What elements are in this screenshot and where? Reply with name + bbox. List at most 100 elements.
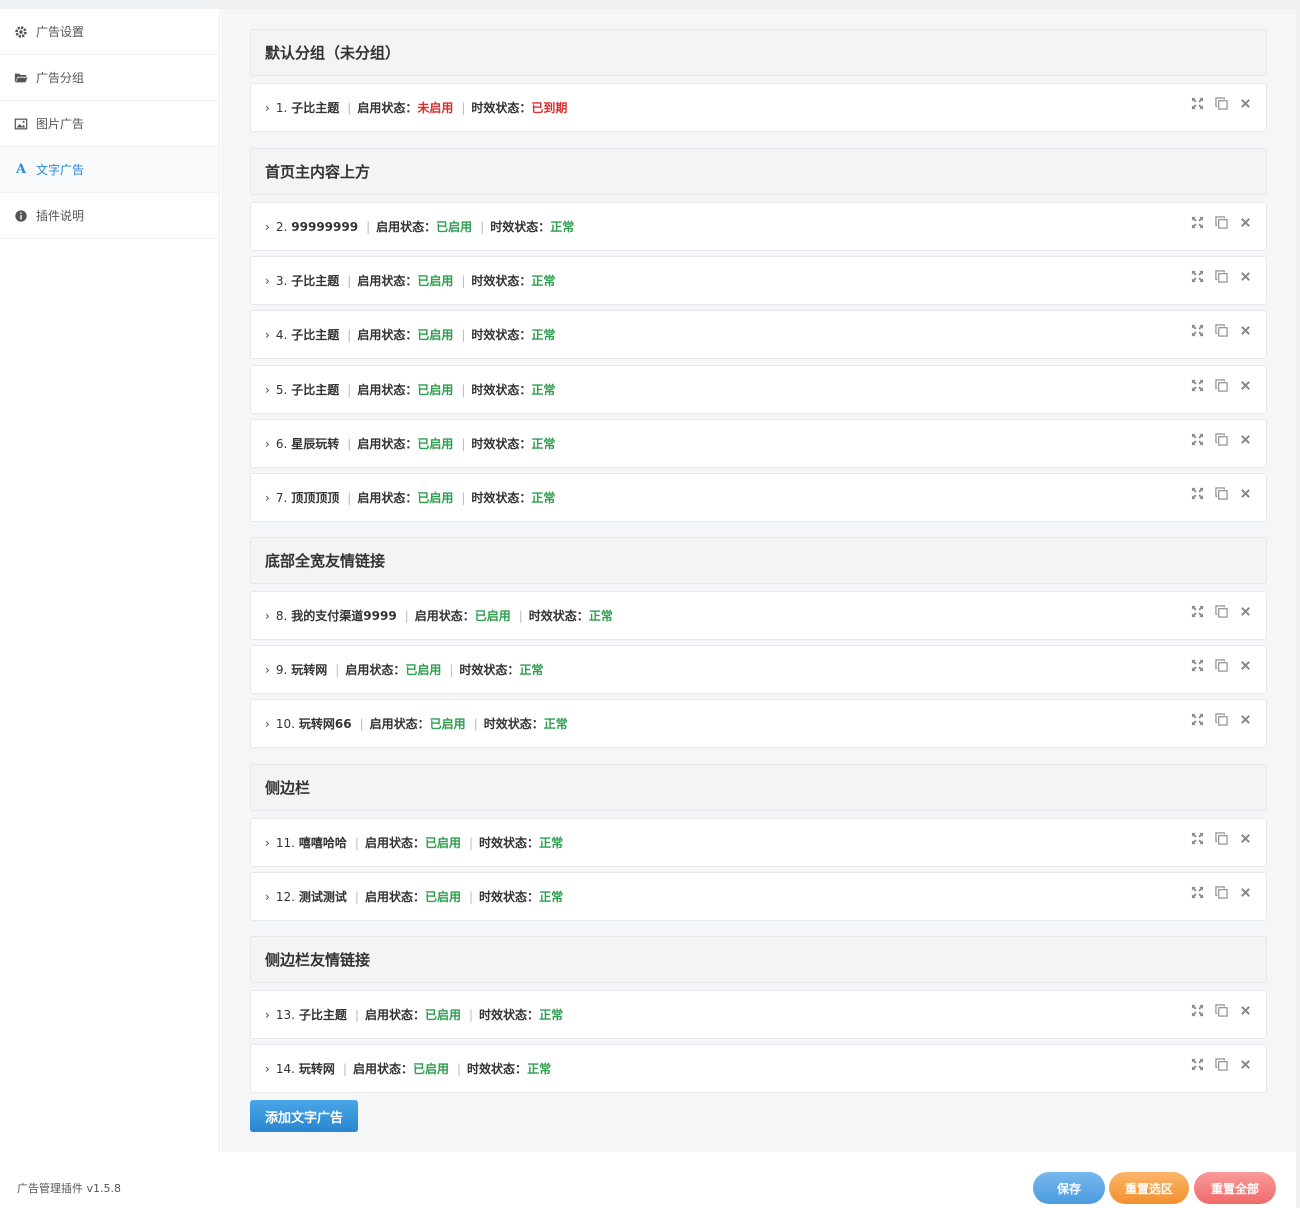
ad-row[interactable]: › 7. 顶顶顶顶 | 启用状态： 已启用 | 时效状态： 正常	[250, 473, 1267, 522]
ad-number: 13.	[275, 1007, 295, 1022]
reset-selection-button[interactable]: 重置选区	[1109, 1172, 1189, 1204]
ad-row[interactable]: › 13. 子比主题 | 启用状态： 已启用 | 时效状态： 正常	[250, 990, 1267, 1039]
sidebar-item-4[interactable]: 插件说明	[0, 193, 219, 239]
chevron-right-icon[interactable]: ›	[265, 836, 270, 850]
sidebar-item-3[interactable]: A 文字广告	[0, 147, 219, 193]
ad-row[interactable]: › 6. 星辰玩转 | 启用状态： 已启用 | 时效状态： 正常	[250, 419, 1267, 468]
ad-row[interactable]: › 4. 子比主题 | 启用状态： 已启用 | 时效状态： 正常	[250, 310, 1267, 359]
chevron-right-icon[interactable]: ›	[265, 609, 270, 623]
copy-icon[interactable]	[1214, 215, 1228, 229]
expand-icon[interactable]	[1190, 269, 1204, 283]
ad-title: 测试测试	[298, 890, 347, 904]
chevron-right-icon[interactable]: ›	[265, 663, 270, 677]
sidebar-item-0[interactable]: 广告设置	[0, 9, 219, 55]
time-status-value: 正常	[539, 890, 564, 904]
ad-row[interactable]: › 3. 子比主题 | 启用状态： 已启用 | 时效状态： 正常	[250, 256, 1267, 305]
sidebar-item-label: 图片广告	[36, 117, 85, 131]
close-icon[interactable]	[1238, 378, 1252, 392]
ad-row[interactable]: › 9. 玩转网 | 启用状态： 已启用 | 时效状态： 正常	[250, 645, 1267, 694]
close-icon[interactable]	[1238, 269, 1252, 283]
close-icon[interactable]	[1238, 1003, 1252, 1017]
ad-number: 2.	[275, 219, 288, 234]
ad-number: 8.	[275, 608, 288, 623]
chevron-right-icon[interactable]: ›	[265, 491, 270, 505]
copy-icon[interactable]	[1214, 96, 1228, 110]
expand-icon[interactable]	[1190, 604, 1204, 618]
copy-icon[interactable]	[1214, 486, 1228, 500]
chevron-right-icon[interactable]: ›	[265, 1062, 270, 1076]
ad-row[interactable]: › 8. 我的支付渠道9999 | 启用状态： 已启用 | 时效状态： 正常	[250, 591, 1267, 640]
row-actions	[1190, 323, 1252, 337]
copy-icon[interactable]	[1214, 1003, 1228, 1017]
ad-row[interactable]: › 2. 99999999 | 启用状态： 已启用 | 时效状态： 正常	[250, 202, 1267, 251]
enable-status-value: 已启用	[417, 383, 454, 397]
expand-icon[interactable]	[1190, 712, 1204, 726]
expand-icon[interactable]	[1190, 432, 1204, 446]
chevron-right-icon[interactable]: ›	[265, 437, 270, 451]
close-icon[interactable]	[1238, 432, 1252, 446]
group-header: 侧边栏友情链接	[250, 936, 1267, 983]
close-icon[interactable]	[1238, 658, 1252, 672]
enable-status-value: 已启用	[417, 274, 454, 288]
ad-row[interactable]: › 1. 子比主题 | 启用状态： 未启用 | 时效状态： 已到期	[250, 83, 1267, 132]
main-panel: 添加文字广告 默认分组（未分组） › 1. 子比主题 | 启用状态： 未启用 | 时效状态： 已到…	[221, 9, 1296, 1152]
chevron-right-icon[interactable]: ›	[265, 220, 270, 234]
copy-icon[interactable]	[1214, 604, 1228, 618]
chevron-right-icon[interactable]: ›	[265, 328, 270, 342]
copy-icon[interactable]	[1214, 712, 1228, 726]
ad-row[interactable]: › 5. 子比主题 | 启用状态： 已启用 | 时效状态： 正常	[250, 365, 1267, 414]
copy-icon[interactable]	[1214, 1057, 1228, 1071]
ad-title: 星辰玩转	[291, 437, 340, 451]
chevron-right-icon[interactable]: ›	[265, 717, 270, 731]
close-icon[interactable]	[1238, 1057, 1252, 1071]
expand-icon[interactable]	[1190, 215, 1204, 229]
close-icon[interactable]	[1238, 215, 1252, 229]
expand-icon[interactable]	[1190, 96, 1204, 110]
expand-icon[interactable]	[1190, 378, 1204, 392]
expand-icon[interactable]	[1190, 885, 1204, 899]
expand-icon[interactable]	[1190, 658, 1204, 672]
chevron-right-icon[interactable]: ›	[265, 274, 270, 288]
copy-icon[interactable]	[1214, 269, 1228, 283]
row-actions	[1190, 1057, 1252, 1071]
expand-icon[interactable]	[1190, 1003, 1204, 1017]
ad-row[interactable]: › 12. 测试测试 | 启用状态： 已启用 | 时效状态： 正常	[250, 872, 1267, 921]
ad-number: 7.	[275, 490, 288, 505]
chevron-right-icon[interactable]: ›	[265, 1008, 270, 1022]
chevron-right-icon[interactable]: ›	[265, 383, 270, 397]
copy-icon[interactable]	[1214, 658, 1228, 672]
ad-row[interactable]: › 10. 玩转网66 | 启用状态： 已启用 | 时效状态： 正常	[250, 699, 1267, 748]
sidebar-item-1[interactable]: 广告分组	[0, 55, 219, 101]
expand-icon[interactable]	[1190, 1057, 1204, 1071]
close-icon[interactable]	[1238, 486, 1252, 500]
copy-icon[interactable]	[1214, 378, 1228, 392]
close-icon[interactable]	[1238, 323, 1252, 337]
save-button[interactable]: 保存	[1033, 1172, 1105, 1204]
time-status-value: 正常	[539, 1008, 564, 1022]
row-actions	[1190, 96, 1252, 110]
expand-icon[interactable]	[1190, 831, 1204, 845]
close-icon[interactable]	[1238, 885, 1252, 899]
close-icon[interactable]	[1238, 712, 1252, 726]
expand-icon[interactable]	[1190, 323, 1204, 337]
copy-icon[interactable]	[1214, 432, 1228, 446]
plugin-version: 广告管理插件 v1.5.8	[17, 1182, 121, 1195]
add-text-ad-button[interactable]: 添加文字广告	[250, 1100, 358, 1132]
close-icon[interactable]	[1238, 604, 1252, 618]
copy-icon[interactable]	[1214, 885, 1228, 899]
expand-icon[interactable]	[1190, 486, 1204, 500]
row-actions	[1190, 215, 1252, 229]
chevron-right-icon[interactable]: ›	[265, 890, 270, 904]
reset-all-button[interactable]: 重置全部	[1194, 1172, 1276, 1204]
ad-row[interactable]: › 11. 嘻嘻哈哈 | 启用状态： 已启用 | 时效状态： 正常	[250, 818, 1267, 867]
copy-icon[interactable]	[1214, 831, 1228, 845]
ad-row[interactable]: › 14. 玩转网 | 启用状态： 已启用 | 时效状态： 正常	[250, 1044, 1267, 1093]
separator: |	[461, 327, 466, 342]
time-status-label: 时效状态：	[479, 1008, 540, 1022]
close-icon[interactable]	[1238, 96, 1252, 110]
row-actions	[1190, 712, 1252, 726]
chevron-right-icon[interactable]: ›	[265, 101, 270, 115]
copy-icon[interactable]	[1214, 323, 1228, 337]
close-icon[interactable]	[1238, 831, 1252, 845]
sidebar-item-2[interactable]: 图片广告	[0, 101, 219, 147]
